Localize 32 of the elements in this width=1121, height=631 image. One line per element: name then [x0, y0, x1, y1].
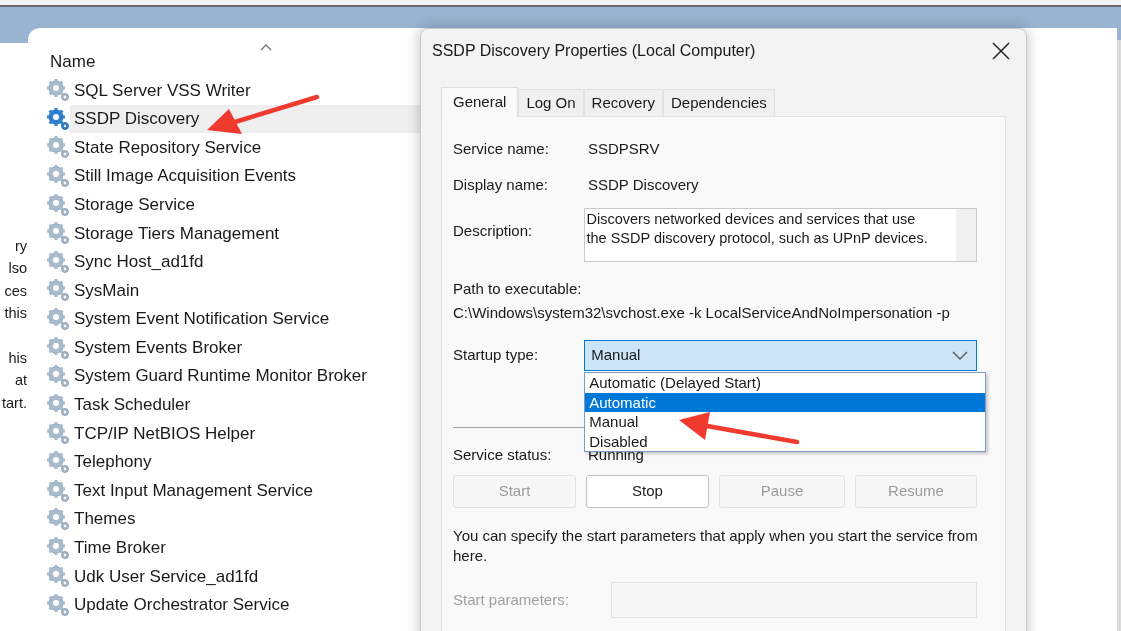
dropdown-option[interactable]: Automatic (Delayed Start): [585, 373, 986, 393]
description-fragment: ces: [4, 281, 27, 301]
tab[interactable]: Recovery: [583, 89, 663, 116]
display-name-value: SSDP Discovery: [588, 174, 699, 195]
field-label: Display name:: [453, 174, 550, 195]
description-fragment: his: [8, 349, 27, 368]
service-name-value: SSDPSRV: [588, 138, 660, 159]
field-label: Service status:: [453, 444, 553, 465]
field-label: Service name:: [453, 138, 550, 159]
field-label: Start parameters:: [453, 589, 570, 610]
description-text: Discovers networked devices and services that use the SSDP discovery protocol, such as UPnP devices.: [585, 210, 929, 248]
description-fragment: lso: [8, 259, 27, 279]
dropdown-option[interactable]: Manual: [585, 412, 986, 432]
description-fragment: tart.: [2, 393, 27, 413]
hint-text: You can specify the start parameters that apply when you start the service from here.: [453, 526, 979, 566]
tab[interactable]: Dependencies: [662, 89, 775, 116]
dropdown-option[interactable]: Automatic: [585, 392, 986, 412]
description-fragment: at: [14, 371, 27, 391]
field-label: Startup type:: [453, 345, 540, 365]
column-header[interactable]: Name: [50, 49, 96, 75]
startup-type-dropdown[interactable]: Manual: [584, 340, 977, 371]
field-label: Path to executable:: [453, 279, 583, 299]
window-title: SSDP Discovery Properties (Local Computer): [432, 41, 756, 61]
action-button[interactable]: Stop: [586, 475, 710, 508]
field-label: Description:: [453, 221, 534, 241]
tab[interactable]: General: [441, 87, 519, 117]
description-box[interactable]: Discovers networked devices and services that use the SSDP discovery protocol, such as UPnP devices.: [584, 208, 977, 262]
path-value: C:\Windows\system32\svchost.exe -k LocalServiceAndNoImpersonation -p: [453, 303, 951, 323]
tab[interactable]: Log On: [518, 89, 584, 116]
description-fragment: this: [4, 304, 27, 324]
description-fragment: ry: [14, 237, 27, 256]
dropdown-option[interactable]: Disabled: [585, 431, 986, 451]
